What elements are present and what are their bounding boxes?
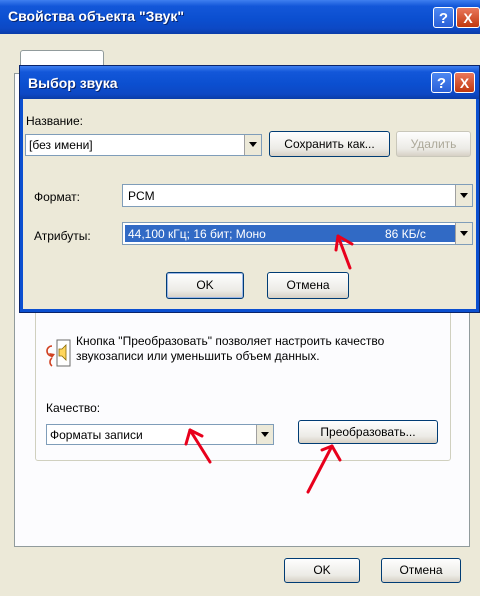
annotation-overlay — [184, 234, 354, 494]
annotation-arrow-convert — [306, 444, 334, 494]
